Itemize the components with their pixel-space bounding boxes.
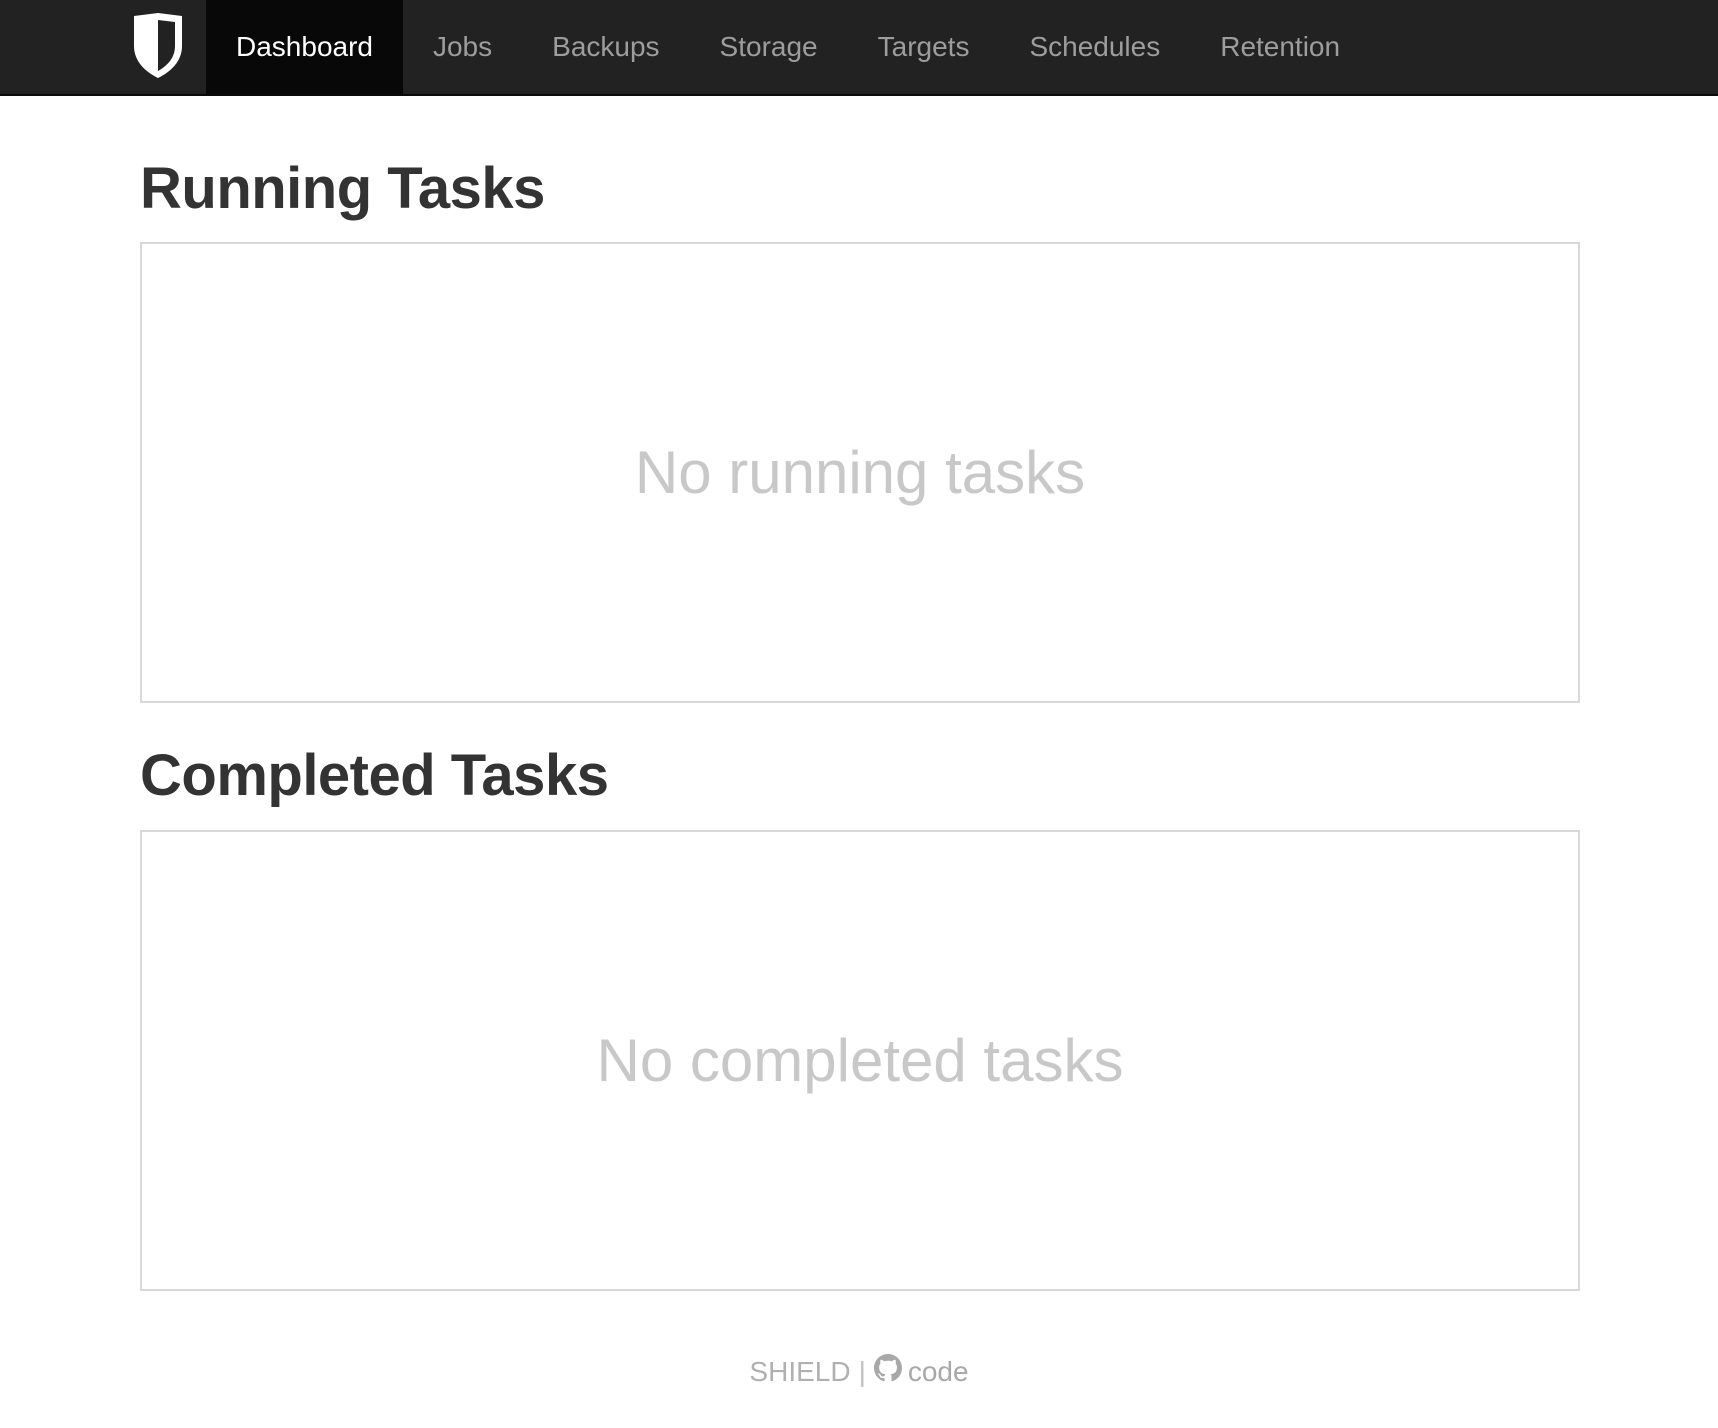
nav-item-jobs[interactable]: Jobs xyxy=(403,0,522,94)
nav-item-dashboard[interactable]: Dashboard xyxy=(206,0,403,94)
completed-tasks-heading: Completed Tasks xyxy=(140,743,609,808)
footer-brand: SHIELD xyxy=(749,1355,851,1387)
running-tasks-heading: Running Tasks xyxy=(140,156,545,221)
nav-item-targets[interactable]: Targets xyxy=(848,0,1000,94)
footer: SHIELD | code xyxy=(0,1354,1718,1389)
footer-separator: | xyxy=(858,1355,866,1387)
completed-tasks-empty-message: No completed tasks xyxy=(596,1027,1124,1094)
nav-item-storage[interactable]: Storage xyxy=(690,0,848,94)
nav-item-schedules[interactable]: Schedules xyxy=(999,0,1190,94)
main-nav: Dashboard Jobs Backups Storage Targets S… xyxy=(206,0,1370,96)
shield-icon[interactable] xyxy=(132,12,184,80)
running-tasks-empty-message: No running tasks xyxy=(634,439,1086,506)
completed-tasks-panel: No completed tasks xyxy=(140,830,1580,1291)
nav-item-backups[interactable]: Backups xyxy=(522,0,689,94)
nav-item-retention[interactable]: Retention xyxy=(1190,0,1370,94)
code-link-label: code xyxy=(907,1355,969,1387)
code-link[interactable]: code xyxy=(873,1354,969,1389)
running-tasks-panel: No running tasks xyxy=(140,242,1580,703)
top-navbar: Dashboard Jobs Backups Storage Targets S… xyxy=(0,0,1718,96)
github-icon xyxy=(873,1354,902,1389)
